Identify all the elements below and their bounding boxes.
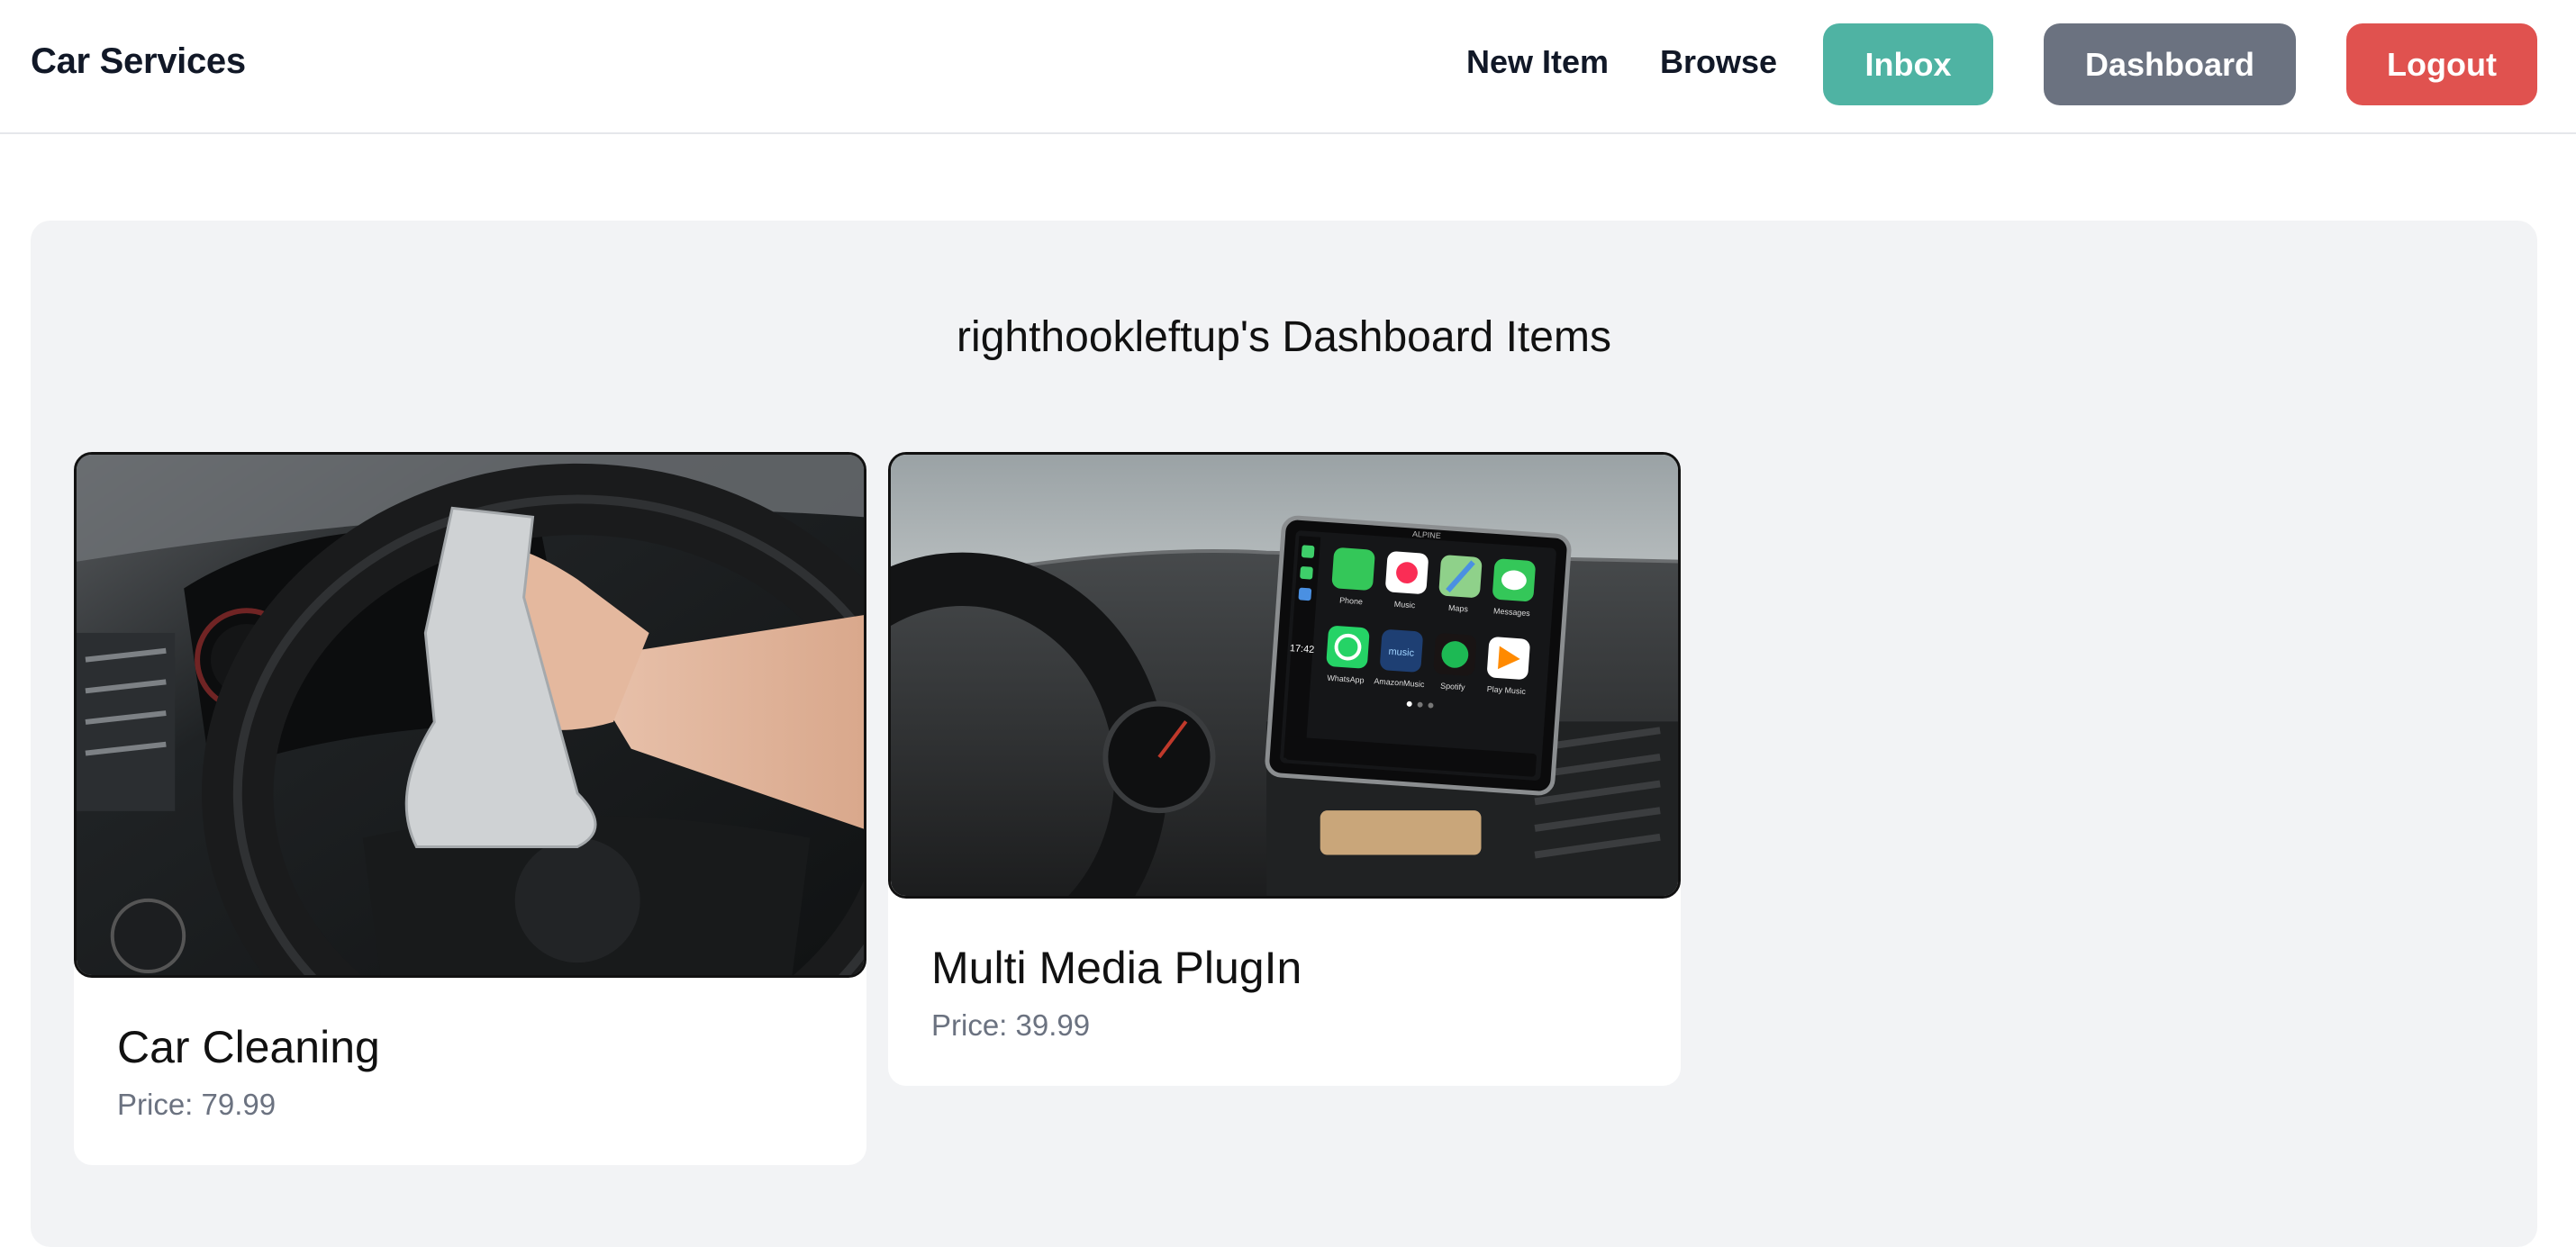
browse-link[interactable]: Browse	[1660, 43, 1777, 81]
price-prefix: Price:	[931, 1008, 1016, 1042]
car-cleaning-illustration	[77, 455, 864, 975]
item-card-multi-media-plugin[interactable]: ALPINE 17:42 Phone Music Maps Messages m…	[888, 452, 1681, 1086]
item-name: Car Cleaning	[117, 1022, 380, 1072]
car-cleaning-photo	[74, 452, 866, 978]
head-unit-clock: 17:42	[1290, 643, 1315, 655]
price-value: 39.99	[1015, 1008, 1091, 1042]
dashboard-title: righthookleftup's Dashboard Items	[957, 313, 1611, 361]
item-price: Price: 79.99	[117, 1088, 276, 1122]
price-prefix: Price:	[117, 1088, 202, 1121]
item-price: Price: 39.99	[931, 1008, 1090, 1043]
dashboard-button[interactable]: Dashboard	[2044, 23, 2296, 105]
app-label: Music	[1394, 600, 1417, 610]
multimedia-head-unit-illustration: ALPINE 17:42 Phone Music Maps Messages m…	[891, 455, 1678, 896]
app-label: Maps	[1448, 603, 1469, 614]
multimedia-head-unit-photo: ALPINE 17:42 Phone Music Maps Messages m…	[888, 452, 1681, 899]
svg-text:music: music	[1388, 646, 1415, 659]
new-item-link[interactable]: New Item	[1466, 43, 1609, 81]
item-name: Multi Media PlugIn	[931, 943, 1302, 993]
app-label: Spotify	[1440, 681, 1465, 691]
dashboard-panel: righthookleftup's Dashboard Items Car Cl…	[31, 221, 2537, 1247]
inbox-button[interactable]: Inbox	[1823, 23, 1993, 105]
logout-button[interactable]: Logout	[2346, 23, 2537, 105]
app-label: Phone	[1339, 596, 1364, 607]
price-value: 79.99	[201, 1088, 277, 1121]
brand-logo-text[interactable]: Car Services	[31, 41, 246, 82]
item-card-car-cleaning[interactable]: Car Cleaning Price: 79.99	[74, 452, 866, 1165]
top-navbar: Car Services New Item Browse Inbox Dashb…	[0, 0, 2576, 134]
